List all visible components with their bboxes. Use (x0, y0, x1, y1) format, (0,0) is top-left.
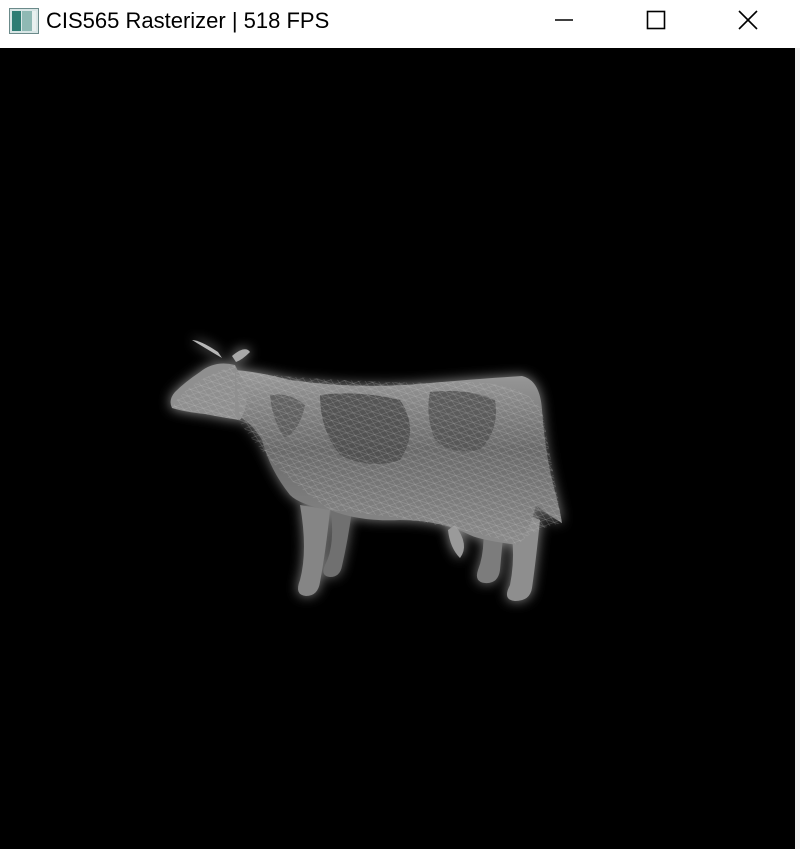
title-bar[interactable]: CIS565 Rasterizer | 518 FPS (0, 0, 800, 48)
close-button[interactable] (702, 0, 794, 40)
minimize-button[interactable] (518, 0, 610, 40)
render-viewport[interactable] (0, 48, 795, 849)
app-window-icon (9, 8, 39, 34)
maximize-icon (646, 10, 666, 30)
minimize-icon (555, 19, 573, 21)
close-icon (738, 10, 758, 30)
cow-model-render (170, 340, 562, 601)
rasterizer-window: CIS565 Rasterizer | 518 FPS (0, 0, 800, 849)
window-border (795, 48, 800, 849)
window-title: CIS565 Rasterizer | 518 FPS (46, 8, 330, 33)
maximize-button[interactable] (610, 0, 702, 40)
